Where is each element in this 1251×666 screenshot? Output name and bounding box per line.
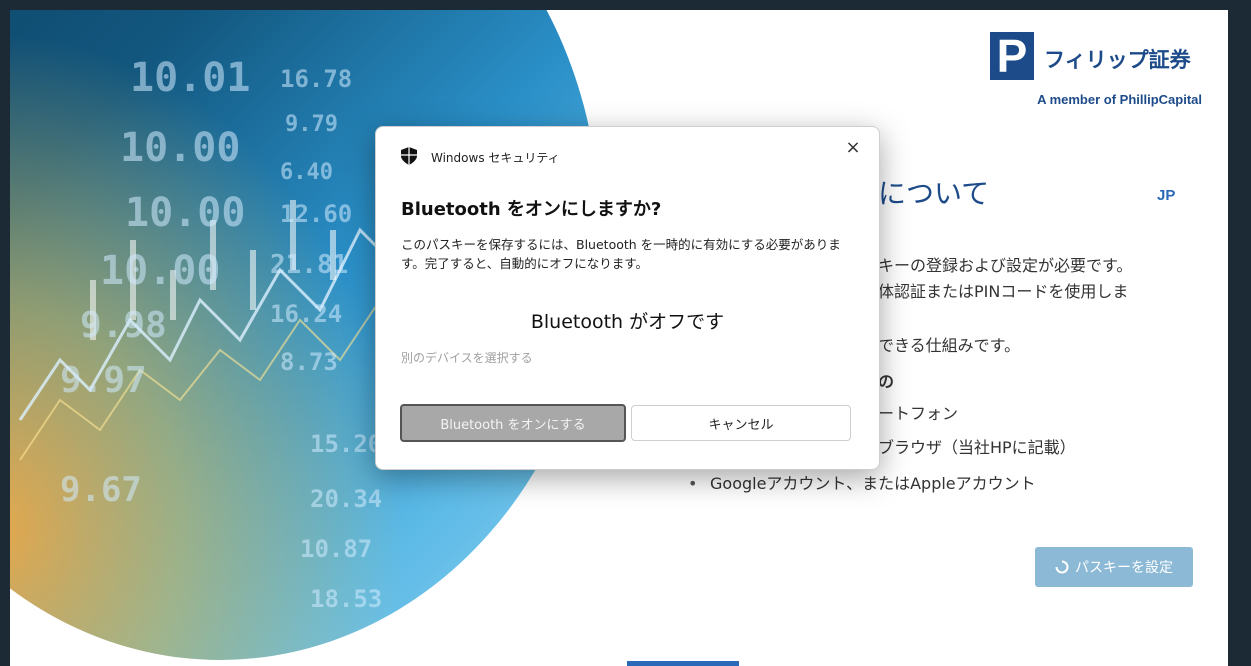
- ticker-number: 16.24: [270, 300, 343, 328]
- description-line: できる仕組みです。: [878, 336, 1021, 355]
- logo-tagline: A member of PhillipCapital: [1037, 92, 1202, 107]
- choose-another-device-link[interactable]: 別のデバイスを選択する: [401, 349, 533, 366]
- ticker-number: 8.73: [280, 348, 338, 376]
- logo-name: フィリップ証券: [1044, 49, 1191, 72]
- bluetooth-status: Bluetooth がオフです: [530, 311, 725, 333]
- requirement-item-text: Googleアカウント、またはAppleアカウント: [710, 474, 1036, 493]
- ticker-number: 9.79: [285, 112, 338, 137]
- set-passkey-button[interactable]: パスキーを設定: [1035, 547, 1193, 587]
- ticker-number: 10.87: [300, 535, 373, 563]
- ticker-number: 20.34: [310, 485, 383, 513]
- requirements-heading: の: [878, 372, 895, 391]
- dialog-app-name: Windows セキュリティ: [431, 151, 560, 165]
- ticker-number: 6.40: [280, 160, 333, 185]
- requirement-item: ブラウザ（当社HPに記載）: [878, 438, 1076, 457]
- ticker-number: 9.97: [60, 360, 147, 401]
- shield-icon: [401, 147, 417, 165]
- dialog-title: Bluetooth をオンにしますか?: [401, 199, 662, 220]
- windows-security-dialog: Windows セキュリティ × Bluetooth をオンにしますか? このパ…: [375, 126, 880, 470]
- close-icon[interactable]: ×: [842, 137, 864, 159]
- ticker-number: 15.20: [310, 430, 383, 458]
- ticker-number: 12.60: [280, 200, 353, 228]
- description-line: キーの登録および設定が必要です。: [878, 256, 1133, 275]
- ticker-number: 9.67: [60, 470, 142, 510]
- turn-on-bluetooth-button[interactable]: Bluetooth をオンにする: [400, 404, 626, 442]
- language-switch[interactable]: JP: [1157, 187, 1175, 204]
- ticker-number: 10.00: [125, 190, 246, 236]
- ticker-number: 10.00: [100, 248, 221, 294]
- logo-mark: P: [990, 32, 1034, 80]
- requirement-item: Googleアカウント、またはAppleアカウント: [688, 470, 1036, 494]
- set-passkey-label: パスキーを設定: [1075, 560, 1173, 576]
- loading-icon: [1055, 560, 1069, 574]
- ticker-number: 10.00: [120, 125, 241, 171]
- ticker-number: 9.98: [80, 305, 167, 346]
- requirement-item: ートフォン: [878, 404, 959, 423]
- ticker-number: 21.81: [270, 250, 349, 280]
- description-line: 体認証またはPINコードを使用しま: [878, 282, 1129, 301]
- dialog-message: このパスキーを保存するには、Bluetooth を一時的に有効にする必要がありま…: [401, 237, 841, 271]
- page-title: について: [878, 177, 990, 210]
- cancel-button[interactable]: キャンセル: [631, 405, 851, 441]
- ticker-number: 10.01: [130, 55, 251, 101]
- ticker-number: 16.78: [280, 65, 353, 93]
- progress-indicator: [627, 661, 739, 666]
- ticker-number: 18.53: [310, 585, 383, 613]
